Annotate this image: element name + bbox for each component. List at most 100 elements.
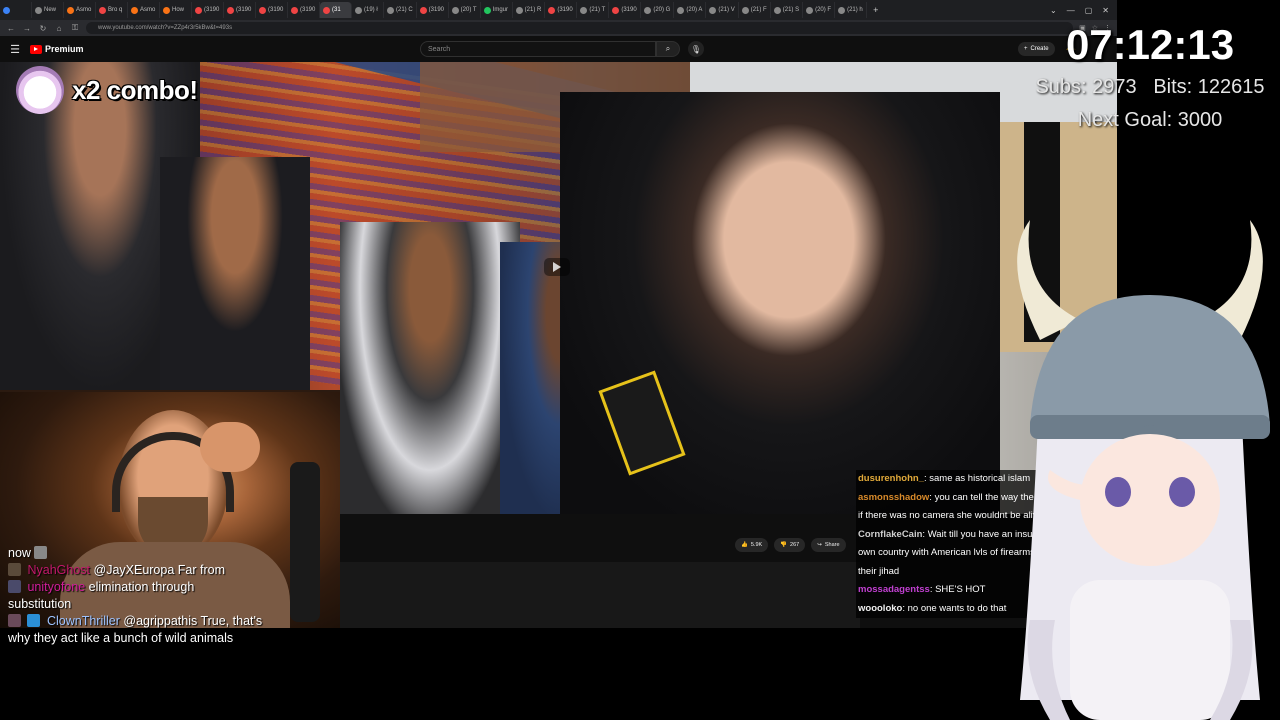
new-tab-button[interactable]: + (867, 5, 884, 15)
tab-label: (21) S (782, 7, 800, 13)
emote-icon (34, 546, 48, 559)
browser-tab[interactable]: (3190 (192, 2, 224, 18)
voice-search-button[interactable]: 🎙 (688, 41, 704, 57)
browser-tab[interactable]: (3190 (224, 2, 256, 18)
dislike-button[interactable]: 👎 267 (774, 538, 806, 552)
tab-favicon-icon (806, 6, 814, 14)
window-controls: ⌄ — ▢ ✕ (1050, 6, 1117, 15)
dislike-count: 267 (790, 542, 800, 548)
hamburger-menu-icon[interactable]: ☰ (0, 43, 30, 56)
browser-tab[interactable]: (3190 (545, 2, 578, 18)
browser-tab[interactable]: (3190 (288, 2, 320, 18)
browser-tab[interactable]: Imgur (481, 2, 513, 18)
close-icon[interactable]: ✕ (1102, 6, 1109, 15)
tab-label: (21) T (589, 7, 606, 13)
tab-favicon-icon (580, 6, 588, 14)
browser-tab[interactable]: (21) F (739, 2, 771, 18)
browser-tab[interactable]: How (160, 2, 192, 18)
browser-tab[interactable]: (20) T (449, 2, 481, 18)
browser-tab[interactable]: Bro q (96, 2, 128, 18)
tab-label: Asmo (140, 7, 156, 13)
person-center-left (160, 157, 310, 397)
tab-label: Imgur (492, 7, 509, 13)
youtube-logo[interactable]: Premium (30, 44, 84, 54)
browser-tab[interactable]: (21) V (706, 2, 739, 18)
tab-favicon-icon (323, 6, 330, 14)
chat-username[interactable]: asmonsshadow (858, 492, 929, 503)
next-goal-line: Next Goal: 3000 (1030, 109, 1270, 132)
tab-label: (3190 (557, 7, 573, 13)
description-box[interactable] (340, 562, 860, 628)
like-button[interactable]: 👍 5.9K (735, 538, 769, 552)
user-badge-icon (8, 563, 21, 576)
tab-favicon-icon (773, 6, 781, 14)
browser-tab[interactable]: (19) ł (352, 2, 384, 18)
browser-tab[interactable]: New (32, 2, 64, 18)
forward-icon[interactable]: → (22, 24, 32, 33)
browser-tab[interactable]: (20) G (641, 2, 675, 18)
share-button[interactable]: ↪ Share (811, 538, 846, 552)
browser-tab[interactable]: (3190 (609, 2, 642, 18)
browser-tab[interactable]: (20) F (803, 2, 836, 18)
chat-text: @JayXEuropa Far from (93, 563, 225, 577)
browser-tab[interactable]: (21) R (513, 2, 546, 18)
chat-username[interactable]: unityofone (27, 580, 85, 594)
tab-search-icon[interactable]: ⌄ (1050, 6, 1057, 15)
tab-label: (21) h (847, 7, 863, 13)
tab-label: (3190 (268, 7, 284, 13)
browser-tab[interactable]: (21) h (835, 2, 868, 18)
chat-username[interactable]: woooloko (858, 603, 902, 614)
tab-label: (3190 (621, 7, 637, 13)
tab-label: (31 (332, 7, 341, 13)
reload-icon[interactable]: ↻ (38, 24, 48, 33)
site-info-icon[interactable]: ⚿ (70, 23, 80, 33)
stream-timer: 07:12:13 (1065, 21, 1235, 68)
thumbs-up-icon: 👍 (741, 542, 748, 548)
tab-favicon-icon (838, 6, 846, 14)
bits-count: 122615 (1197, 76, 1265, 98)
browser-tab[interactable]: Asmo (64, 2, 96, 18)
chat-username[interactable]: ClownThriller (47, 614, 120, 628)
stream-chat-left: now NyahGhost @JayXEuropa Far from unity… (8, 545, 338, 647)
home-icon[interactable]: ⌂ (54, 24, 64, 33)
browser-tab[interactable]: (3190 (417, 2, 449, 18)
chat-username[interactable]: CornflakeCain (858, 529, 922, 540)
browser-tab[interactable]: (21) T (577, 2, 610, 18)
search-button[interactable]: ⌕ (656, 41, 680, 57)
browser-tab[interactable]: (3190 (256, 2, 288, 18)
tab-favicon-icon (741, 6, 749, 14)
video-actions: 👍 5.9K 👎 267 ↪ Share (735, 538, 846, 552)
url-field[interactable]: www.youtube.com/watch?v=ZZp4r3r5kBw&t=49… (86, 22, 1074, 34)
back-icon[interactable]: ← (6, 24, 16, 33)
maximize-icon[interactable]: ▢ (1085, 6, 1093, 15)
chat-username[interactable]: mossadagentss (858, 584, 930, 595)
avatar-eye-right (1169, 477, 1195, 507)
chat-text: elimination through (88, 580, 195, 594)
browser-tab[interactable]: (21) C (384, 2, 417, 18)
browser-tab[interactable]: (31 (320, 2, 352, 18)
chat-message: unityofone elimination through substitut… (8, 579, 338, 613)
tab-favicon-icon (387, 6, 394, 14)
bits-label: Bits: (1153, 76, 1193, 98)
chat-text: no one wants to do that (907, 602, 1007, 614)
microphone-icon: 🎙 (690, 44, 702, 54)
search-input[interactable]: Search (420, 41, 656, 57)
chat-username[interactable]: dusurenhohn_ (858, 473, 924, 484)
browser-tab[interactable]: (21) S (771, 2, 804, 18)
chat-text-continued: why they act like a bunch of wild animal… (8, 631, 234, 645)
chat-username[interactable]: NyahGhost (27, 563, 90, 577)
tab-favicon-icon (35, 6, 42, 14)
browser-tab[interactable]: (20) A (674, 2, 707, 18)
share-label: Share (824, 542, 840, 548)
tab-label: (3190 (236, 7, 252, 13)
combo-alert: x2 combo! (16, 66, 198, 114)
video-play-indicator-icon[interactable] (544, 258, 570, 276)
raised-hand (200, 422, 260, 472)
tab-label: (21) C (396, 7, 413, 13)
browser-tab[interactable]: Asmo (128, 2, 160, 18)
chat-text: their jihad (858, 565, 900, 577)
browser-tab[interactable] (0, 2, 32, 18)
tab-favicon-icon (163, 6, 170, 14)
subs-count: 2973 (1092, 76, 1137, 98)
minimize-icon[interactable]: — (1067, 6, 1075, 15)
